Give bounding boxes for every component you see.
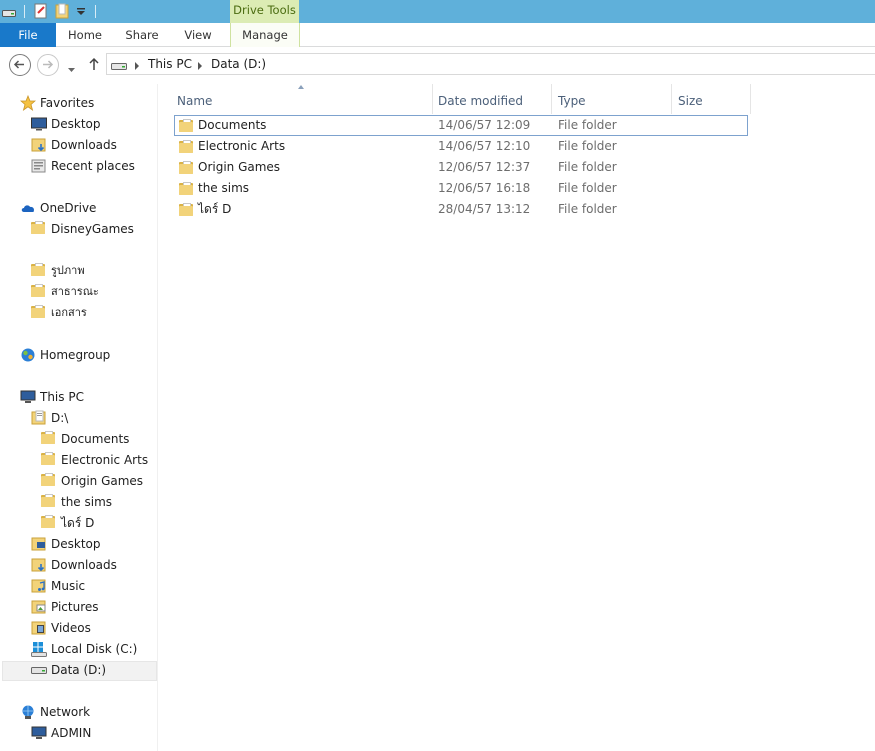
downloads-folder-icon: [31, 138, 46, 152]
file-row[interactable]: Origin Games 12/06/57 12:37 File folder: [174, 157, 748, 178]
column-header-size[interactable]: Size: [672, 90, 750, 112]
desktop-folder-icon: [31, 537, 46, 551]
file-row[interactable]: Electronic Arts 14/06/57 12:10 File fold…: [174, 136, 748, 157]
address-bar[interactable]: This PC Data (D:): [106, 53, 875, 75]
breadcrumb-data-d[interactable]: Data (D:): [211, 57, 266, 71]
star-icon: [20, 95, 36, 111]
tab-share[interactable]: Share: [120, 23, 164, 47]
breadcrumb-separator-icon[interactable]: [198, 62, 202, 70]
file-date: 14/06/57 12:09: [438, 118, 531, 132]
file-type: File folder: [558, 118, 617, 132]
folder-icon: [41, 473, 57, 489]
column-header-type[interactable]: Type: [552, 90, 672, 112]
file-name: the sims: [198, 181, 250, 195]
tab-file[interactable]: File: [0, 23, 56, 47]
sort-ascending-icon: [298, 85, 304, 89]
folder-icon: [31, 284, 47, 300]
file-type: File folder: [558, 139, 617, 153]
windows-drive-icon: [31, 642, 47, 657]
forward-arrow-icon: [43, 60, 54, 69]
folder-icon: [41, 494, 57, 510]
downloads-folder-icon: [31, 558, 46, 572]
file-type: File folder: [558, 181, 617, 195]
drive-icon[interactable]: [2, 7, 16, 21]
drive-icon: [31, 667, 47, 674]
new-folder-icon[interactable]: [55, 3, 69, 23]
file-date: 12/06/57 16:18: [438, 181, 531, 195]
folder-icon: [31, 305, 47, 321]
videos-folder-icon: [31, 621, 46, 635]
recent-locations-chevron-icon[interactable]: [67, 62, 76, 76]
music-folder-icon: [31, 579, 46, 593]
file-name: Origin Games: [198, 160, 281, 174]
computer-icon: [20, 390, 36, 403]
file-type: File folder: [558, 202, 617, 216]
customize-quick-access-icon[interactable]: [76, 6, 86, 20]
file-name: ไดร์ D: [198, 202, 232, 216]
recent-places-icon: [31, 159, 46, 173]
navigation-pane: Favorites Desktop Downloads Recent place…: [0, 84, 158, 751]
folder-icon: [41, 431, 57, 447]
file-name: Electronic Arts: [198, 139, 286, 153]
drive-icon: [111, 60, 127, 74]
folder-icon: [41, 515, 57, 531]
file-date: 12/06/57 12:37: [438, 160, 531, 174]
pictures-folder-icon: [31, 600, 46, 614]
tab-manage[interactable]: Manage: [230, 23, 300, 47]
breadcrumb-this-pc[interactable]: This PC: [148, 57, 192, 71]
column-header-name[interactable]: Name: [171, 90, 431, 112]
onedrive-cloud-icon: [21, 205, 35, 212]
file-list: Name Date modified Type Size Documents 1…: [160, 84, 875, 751]
tab-view[interactable]: View: [178, 23, 218, 47]
file-date: 14/06/57 12:10: [438, 139, 531, 153]
file-row[interactable]: ไดร์ D 28/04/57 13:12 File folder: [174, 199, 748, 220]
file-type: File folder: [558, 160, 617, 174]
forward-button[interactable]: [37, 54, 59, 76]
file-row[interactable]: the sims 12/06/57 16:18 File folder: [174, 178, 748, 199]
desktop-icon: [31, 117, 47, 131]
up-arrow-icon[interactable]: [88, 57, 100, 74]
properties-icon[interactable]: [34, 3, 48, 23]
folder-icon: [179, 203, 193, 216]
folder-icon: [179, 182, 193, 195]
file-name: Documents: [198, 118, 267, 132]
folder-icon: [31, 221, 47, 237]
breadcrumb-separator-icon[interactable]: [135, 62, 139, 70]
tab-home[interactable]: Home: [62, 23, 108, 47]
drive-tools-label: Drive Tools: [230, 0, 299, 23]
folder-icon: [31, 263, 47, 279]
network-icon: [22, 705, 34, 719]
back-button[interactable]: [9, 54, 31, 76]
file-date: 28/04/57 13:12: [438, 202, 531, 216]
drive-folder-icon: [31, 410, 46, 425]
column-header-date-modified[interactable]: Date modified: [432, 90, 552, 112]
back-arrow-icon: [13, 60, 24, 69]
folder-icon: [179, 119, 193, 132]
folder-icon: [41, 452, 57, 468]
ribbon-tabs: File Home Share View Manage: [0, 23, 875, 47]
folder-icon: [179, 140, 193, 153]
folder-icon: [179, 161, 193, 174]
computer-icon: [31, 726, 47, 739]
file-row[interactable]: Documents 14/06/57 12:09 File folder: [174, 115, 748, 136]
title-bar: Drive Tools: [0, 0, 875, 23]
homegroup-icon: [21, 348, 35, 362]
